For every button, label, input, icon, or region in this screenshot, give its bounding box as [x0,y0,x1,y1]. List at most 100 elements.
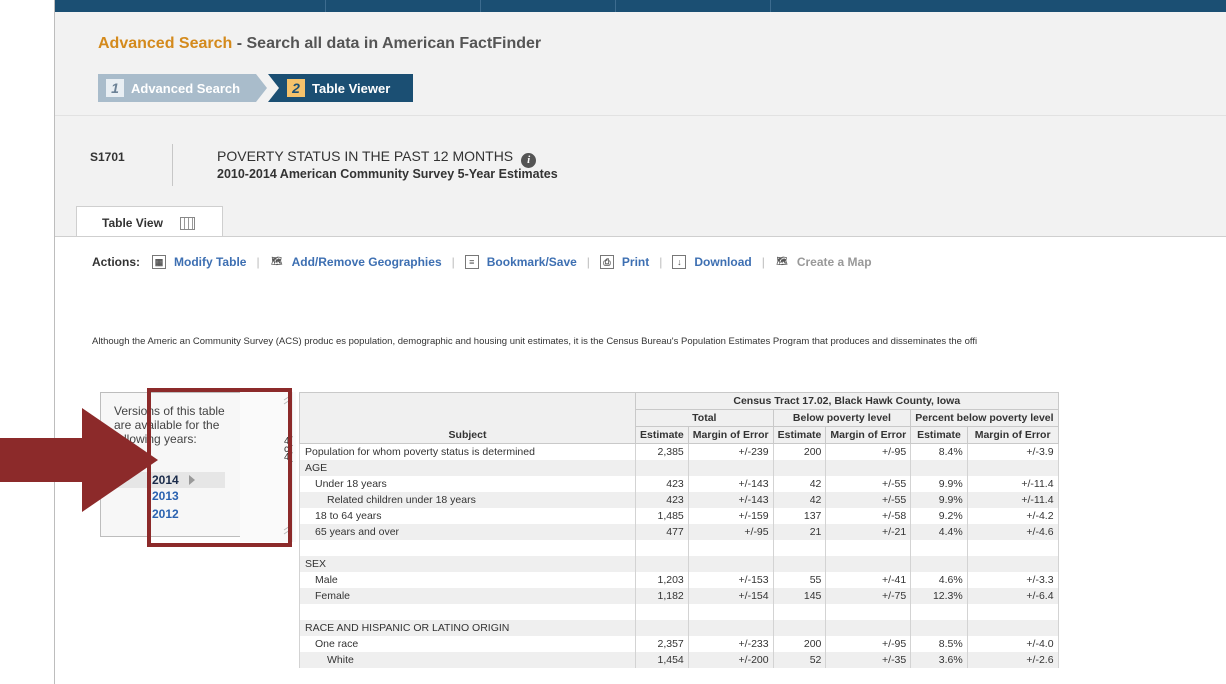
table-cell: +/-154 [687,588,774,604]
table-cell: +/-75 [825,588,912,604]
row-label: AGE [299,460,636,476]
modify-table-label: Modify Table [174,255,247,269]
step-label: Advanced Search [131,80,241,96]
action-separator: | [761,255,765,269]
table-cell: 2,385 [635,443,689,460]
table-cell [772,620,827,636]
page-title: Advanced Search - Search all data in Ame… [98,35,541,53]
table-cell: +/-6.4 [966,588,1059,604]
download-button[interactable]: ↓ Download [672,255,752,269]
modify-table-icon: ▦ [152,255,166,269]
geographies-icon: 🗺 [270,256,283,266]
table-cell [910,540,968,556]
table-cell: +/-233 [687,636,774,652]
table-row: One race 2,357 +/-233 200 +/-95 8.5% +/-4.0 [299,636,1059,652]
table-cell [910,556,968,572]
table-cell: 9.9% [910,492,968,508]
table-cell [825,620,912,636]
print-button[interactable]: ⎙ Print [599,255,650,269]
table-row: Female 1,182 +/-154 145 +/-75 12.3% +/-6.4 [299,588,1059,604]
row-label: 18 to 64 years [299,508,636,524]
info-icon[interactable]: i [521,153,537,168]
group-header-below-poverty: Below poverty level [772,409,912,427]
bookmark-save-button[interactable]: ≡ Bookmark/Save [464,255,577,269]
table-cell [966,460,1059,476]
table-cell: +/-95 [825,443,912,460]
table-cell: +/-153 [687,572,774,588]
table-title-text: POVERTY STATUS IN THE PAST 12 MONTHS [217,148,514,164]
table-cell: +/-239 [687,443,774,460]
map-icon: 🗺 [776,256,788,266]
create-a-map-label: Create a Map [796,255,872,269]
table-cell [966,604,1059,620]
step-notch [268,74,279,102]
table-cell: 145 [772,588,827,604]
download-icon: ↓ [672,255,687,269]
table-cell: 423 [635,492,689,508]
nav-divider [615,0,616,12]
table-cell: +/-4.0 [966,636,1059,652]
table-cell: +/-200 [687,652,774,668]
disclaimer-note: Although the Americ an Community Survey … [92,336,978,347]
group-header-percent-below: Percent below poverty level [910,409,1059,427]
table-cell [966,620,1059,636]
table-cell: 137 [772,508,827,524]
top-nav-bar [55,0,1226,12]
nav-divider [770,0,771,12]
table-cell: 4.6% [910,572,968,588]
table-cell [687,460,774,476]
row-label: White [299,652,636,668]
table-cell [966,556,1059,572]
row-label: 65 years and over [299,524,636,540]
bookmark-save-label: Bookmark/Save [486,255,577,269]
step-advanced-search[interactable]: 1 Advanced Search [98,74,256,102]
table-cell [910,460,968,476]
table-cell: +/-143 [687,492,774,508]
table-cell: 52 [772,652,827,668]
table-cell: 1,485 [635,508,689,524]
table-cell: +/-58 [825,508,912,524]
row-label: Under 18 years [299,476,636,492]
table-cell: 9.2% [910,508,968,524]
page-title-rest: - Search all data in American FactFinder [232,35,542,52]
action-separator: | [586,255,590,269]
col-header: Estimate [635,426,689,444]
add-remove-geographies-label: Add/Remove Geographies [291,255,442,269]
step-number: 2 [287,79,305,97]
bookmark-icon: ≡ [464,255,479,269]
col-header: Estimate [910,426,968,444]
print-label: Print [621,255,650,269]
col-header: Estimate [772,426,827,444]
table-cell [772,460,827,476]
table-cell: +/-3.9 [966,443,1059,460]
download-label: Download [694,255,752,269]
tab-table-view[interactable]: Table View [76,206,223,237]
step-arrow [256,74,267,102]
modify-table-button[interactable]: ▦ Modify Table [152,255,246,269]
table-cell: +/-95 [687,524,774,540]
table-cell: 1,182 [635,588,689,604]
table-row: 18 to 64 years 1,485 +/-159 137 +/-58 9.2% +/-… [299,508,1059,524]
row-label: Related children under 18 years [299,492,636,508]
table-row: SEX [299,556,1059,572]
advanced-search-title-link[interactable]: Advanced Search [98,35,232,52]
table-row: Related children under 18 years 423 +/-143… [299,492,1059,508]
nav-divider [325,0,326,12]
table-cell [772,540,827,556]
add-remove-geographies-button[interactable]: 🗺 Add/Remove Geographies [270,255,442,269]
step-label: Table Viewer [312,80,391,96]
table-row [299,540,1059,556]
table-id: S1701 [90,150,125,164]
table-row: 65 years and over 477 +/-95 21 +/-21 4.4% +/-4… [299,524,1059,540]
tab-label: Table View [102,216,163,230]
col-header: Margin of Error [687,426,774,444]
table-cell: +/-11.4 [966,476,1059,492]
create-a-map-button: 🗺 Create a Map [775,255,872,269]
row-label: Male [299,572,636,588]
step-table-viewer[interactable]: 2 Table Viewer [279,74,413,102]
table-cell: 1,203 [635,572,689,588]
group-header-total: Total [635,409,774,427]
table-cell: +/-3.3 [966,572,1059,588]
annotation-highlight-box [147,388,292,547]
table-cell: 423 [635,476,689,492]
